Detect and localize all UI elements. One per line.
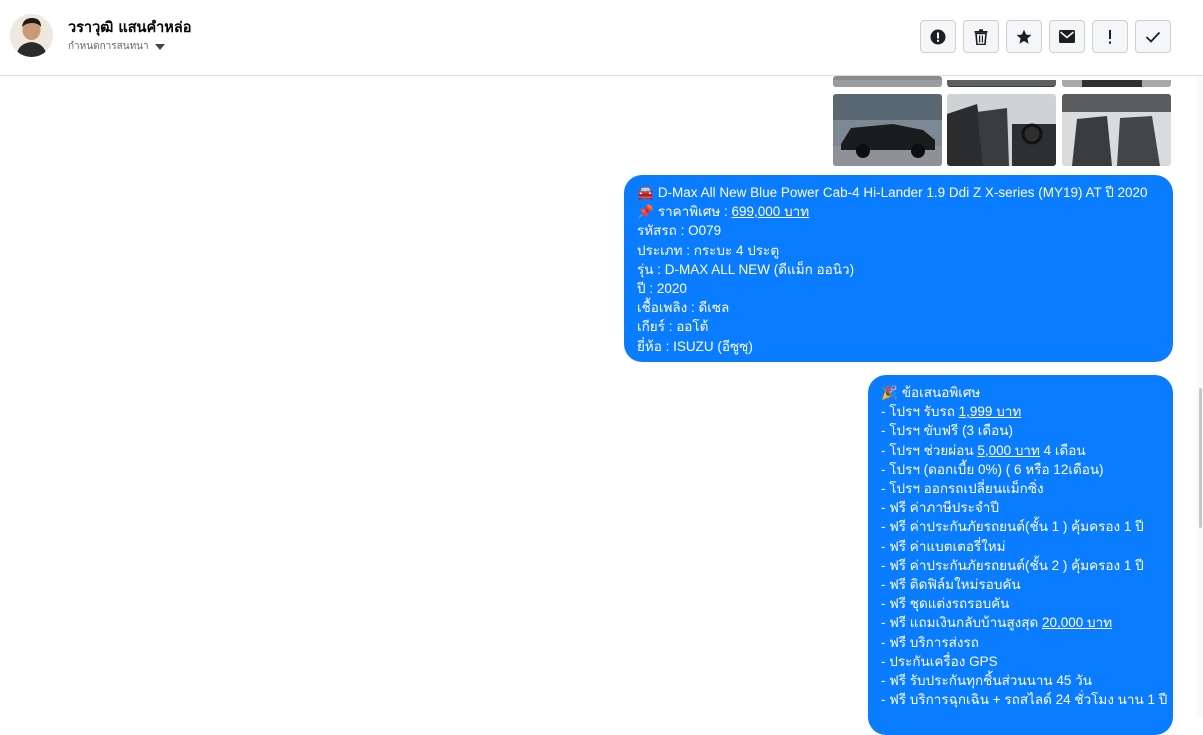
scrollbar-thumb[interactable] — [1199, 388, 1202, 528]
offer-line: - โปรฯ ออกรถเปลี่ยนแม็กซิ่ง — [881, 481, 1044, 497]
message-bubble[interactable]: 🎉 ข้อเสนอพิเศษ - โปรฯ รับรถ 1,999 บาท - โ… — [868, 375, 1173, 735]
offer-line: - ฟรี บริการฉุกเฉิน + รถสไลด์ 24 ชั่วโมง… — [881, 692, 1168, 708]
delete-button[interactable] — [963, 20, 999, 53]
toolbar — [920, 20, 1171, 53]
car-type: ประเภท : กระบะ 4 ประตู — [637, 242, 780, 258]
important-button[interactable] — [1092, 20, 1128, 53]
car-brand: ยี่ห้อ : ISUZU (อีซูซุ) — [637, 338, 753, 354]
offer-text: - ฟรี แถมเงินกลับบ้านสูงสุด — [881, 615, 1042, 631]
offer-line: - ฟรี ค่าแบตเตอรี่ใหม่ — [881, 538, 1006, 554]
car-model: รุ่น : D-MAX ALL NEW (ดีแม็ก ออนิว) — [637, 261, 855, 277]
car-photo-thumbnail[interactable] — [833, 94, 942, 166]
conversation-header: วราวุฒิ แสนคำหล่อ กำหนดการสนทนา — [0, 0, 1203, 76]
exclamation-icon — [1109, 29, 1111, 44]
avatar[interactable] — [10, 14, 53, 57]
car-photo-thumbnail[interactable] — [947, 76, 1056, 87]
done-button[interactable] — [1135, 20, 1171, 53]
conversation-topic-dropdown[interactable]: กำหนดการสนทนา — [68, 39, 165, 54]
message-line: 🚘 D-Max All New Blue Power Cab-4 Hi-Lande… — [637, 183, 1161, 202]
offer-text: - โปรฯ รับรถ — [881, 404, 959, 420]
message-line: 📌 ราคาพิเศษ : 699,000 บาท — [637, 202, 1161, 221]
offer-amount: 5,000 บาท — [977, 442, 1040, 458]
offer-line: - ฟรี ค่าประกันภัยรถยนต์(ชั้น 1 ) คุ้มคร… — [881, 519, 1144, 535]
offer-text: 4 เดือน — [1039, 442, 1086, 458]
offer-line: - ฟรี ค่าประกันภัยรถยนต์(ชั้น 2 ) คุ้มคร… — [881, 557, 1144, 573]
car-year: ปี : 2020 — [637, 281, 687, 297]
scrollbar-track[interactable] — [1197, 76, 1203, 717]
offer-title-text: ข้อเสนอพิเศษ — [901, 385, 981, 400]
offer-line: - โปรฯ ขับฟรี (3 เดือน) — [881, 423, 1013, 439]
caret-down-icon — [154, 43, 165, 50]
offer-line: - โปรฯ (ดอกเบี้ย 0%) ( 6 หรือ 12เดือน) — [881, 461, 1104, 477]
offer-line: - โปรฯ รับรถ 1,999 บาท — [881, 402, 1161, 421]
check-icon — [1145, 31, 1161, 43]
price-label: ราคาพิเศษ : — [657, 204, 728, 220]
car-gear: เกียร์ : ออโต้ — [637, 319, 709, 335]
star-button[interactable] — [1006, 20, 1042, 53]
offer-line: - โปรฯ ช่วยผ่อน 5,000 บาท 4 เดือน — [881, 441, 1161, 460]
price-value: 699,000 บาท — [731, 204, 810, 220]
offer-amount: 20,000 บาท — [1042, 615, 1113, 631]
offer-title: 🎉 ข้อเสนอพิเศษ — [881, 383, 1161, 402]
offer-line: - ฟรี ติดฟิล์มใหม่รอบคัน — [881, 577, 1021, 593]
offer-line: - ประกันเครื่อง GPS — [881, 653, 998, 669]
car-photo-thumbnail[interactable] — [947, 94, 1056, 166]
party-popper-emoji-icon: 🎉 — [881, 385, 898, 400]
offer-line: - ฟรี บริการส่งรถ — [881, 634, 979, 650]
car-fuel: เชื้อเพลิง : ดีเซล — [637, 300, 730, 316]
car-photo-thumbnail[interactable] — [1062, 76, 1171, 87]
pushpin-emoji-icon: 📌 — [637, 204, 654, 220]
car-photo-thumbnail[interactable] — [833, 76, 942, 87]
offer-line: - ฟรี ชุดแต่งรถรอบคัน — [881, 596, 1010, 612]
offer-line: - ฟรี รับประกันทุกชิ้นส่วนนาน 45 วัน — [881, 673, 1092, 689]
report-button[interactable] — [920, 20, 956, 53]
alert-circle-icon — [930, 29, 946, 44]
message-bubble[interactable]: 🚘 D-Max All New Blue Power Cab-4 Hi-Lande… — [624, 175, 1173, 362]
car-emoji-icon: 🚘 — [637, 185, 654, 200]
mail-button[interactable] — [1049, 20, 1085, 53]
car-photo-thumbnail[interactable] — [1062, 94, 1171, 166]
trash-icon — [974, 28, 988, 45]
car-code: รหัสรถ : O079 — [637, 223, 722, 239]
conversation-topic-label: กำหนดการสนทนา — [68, 41, 149, 52]
contact-name[interactable]: วราวุฒิ แสนคำหล่อ — [68, 16, 191, 39]
offer-amount: 1,999 บาท — [958, 404, 1022, 420]
envelope-icon — [1059, 30, 1075, 43]
star-icon — [1016, 29, 1032, 44]
offer-text: - โปรฯ ช่วยผ่อน — [881, 442, 978, 458]
offer-line: - ฟรี ค่าภาษีประจำปี — [881, 500, 999, 516]
car-title: D-Max All New Blue Power Cab-4 Hi-Lander… — [657, 185, 1148, 200]
offer-line: - ฟรี แถมเงินกลับบ้านสูงสุด 20,000 บาท — [881, 613, 1161, 632]
